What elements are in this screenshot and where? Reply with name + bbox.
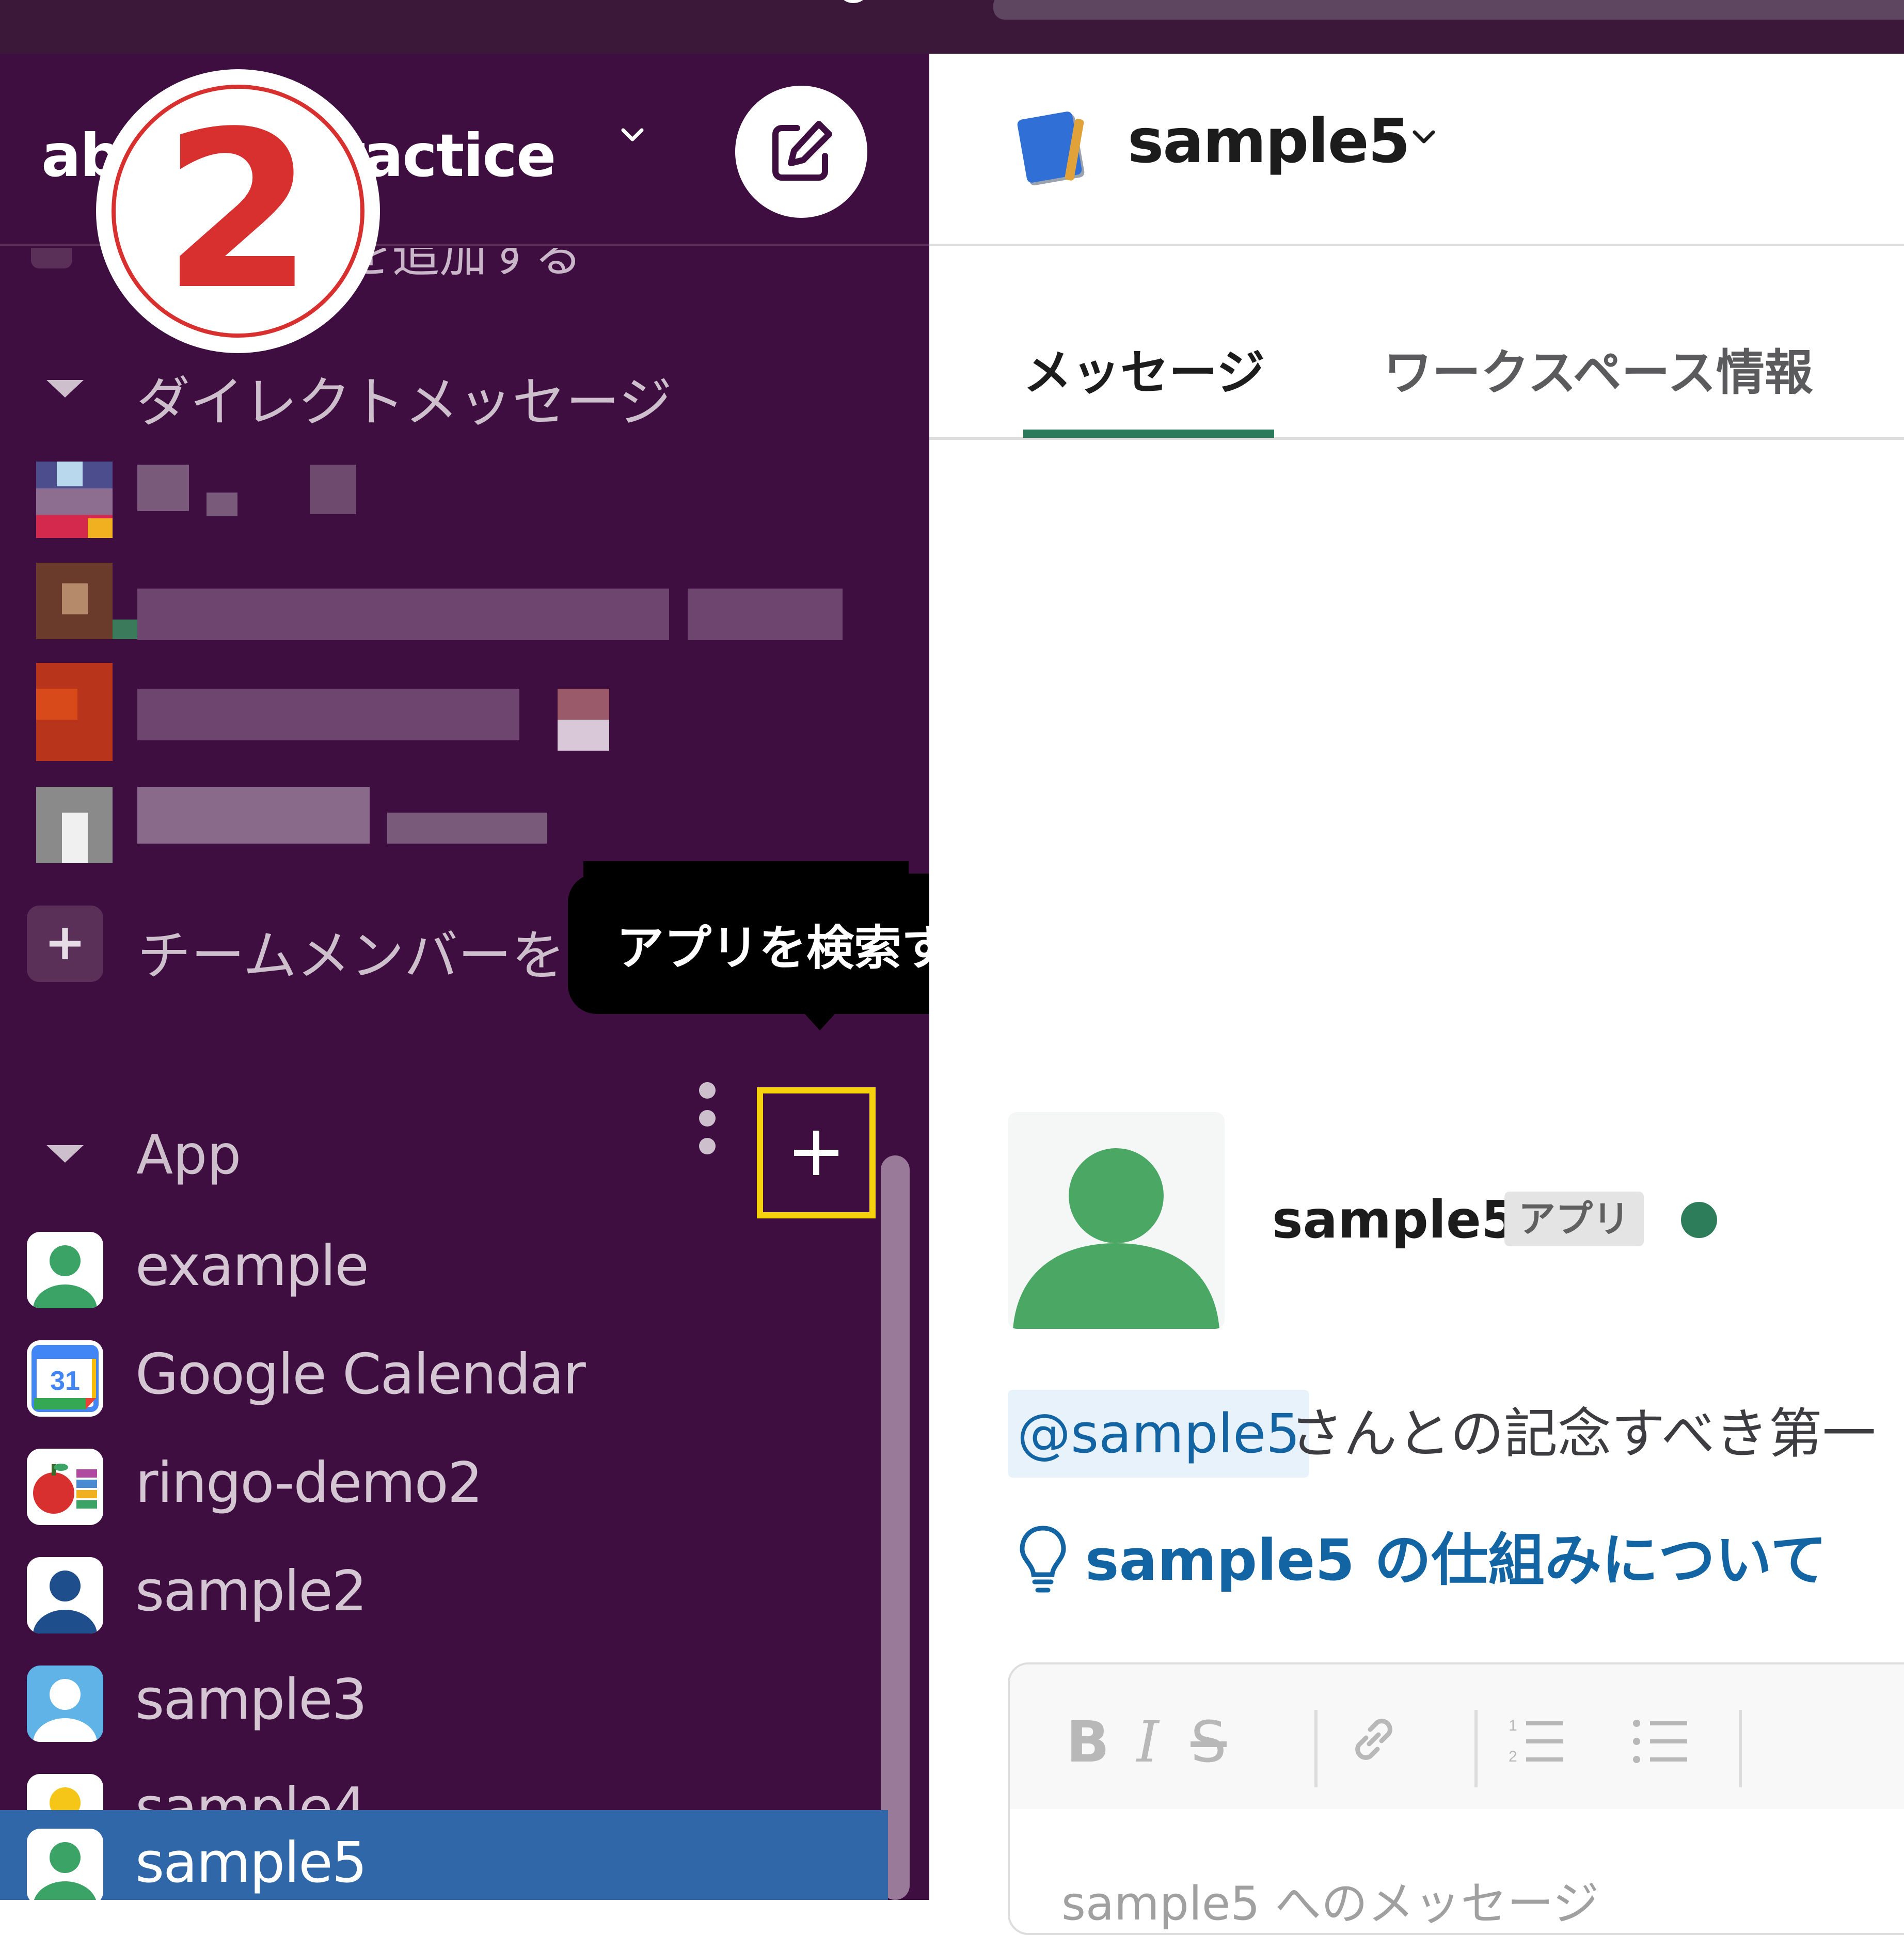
add-channel-icon [31, 248, 72, 268]
svg-text:1: 1 [1509, 1717, 1517, 1734]
pixelated-name [137, 689, 519, 740]
sidebar-item-example[interactable]: example [0, 1213, 888, 1322]
lightbulb-icon [1020, 1526, 1066, 1593]
top-bar [0, 0, 1904, 54]
sidebar-item-label: sample5 [135, 1831, 367, 1895]
active-tab-indicator [1023, 430, 1274, 438]
svg-text:2: 2 [1509, 1748, 1517, 1765]
person-avatar-icon [27, 1232, 103, 1308]
sidebar-item-label: Google Calendar [135, 1342, 586, 1407]
direct-messages-label: ダイレクトメッセージ [136, 371, 672, 434]
bold-button[interactable]: B [1059, 1706, 1116, 1778]
apps-section-label: App [136, 1123, 242, 1186]
notebook-icon [1017, 112, 1085, 186]
strikethrough-button[interactable]: S [1180, 1706, 1237, 1778]
apps-section-options-icon[interactable] [687, 1069, 728, 1167]
apple-icon [27, 1449, 103, 1525]
message-input-placeholder: sample5 へのメッセージ [1061, 1877, 1599, 1931]
pixelated-name [137, 465, 189, 511]
user-mention[interactable]: @sample5 [1008, 1390, 1310, 1478]
plus-icon: + [27, 906, 103, 982]
intro-text: さんとの記念すべき第一 [1290, 1402, 1876, 1465]
presence-indicator [1681, 1202, 1717, 1238]
link-icon[interactable] [1345, 1711, 1402, 1768]
user-avatar-edge[interactable] [840, 0, 866, 3]
sidebar-item-label: sample3 [135, 1668, 367, 1732]
caret-down-icon [46, 1145, 84, 1163]
tab-messages[interactable]: メッセージ [1023, 334, 1265, 404]
formatting-toolbar: B I S 1 2 [1010, 1664, 1904, 1809]
sidebar-item-sample5[interactable]: sample5 [0, 1810, 888, 1900]
how-it-works-label: sample5 の仕組みについて [1085, 1527, 1827, 1593]
pixelated-name [137, 787, 370, 844]
tab-workspace-info[interactable]: ワークスペース情報 [1384, 334, 1813, 404]
google-calendar-icon: 31 [27, 1340, 103, 1417]
compose-icon [772, 121, 832, 181]
sidebar-item-google-calendar[interactable]: 31 Google Calendar [0, 1322, 888, 1430]
caret-down-icon [46, 380, 84, 398]
channel-tabs: メッセージ ワークスペース情報 [929, 246, 1904, 440]
chevron-down-icon[interactable] [1408, 121, 1439, 152]
channel-name[interactable]: sample5 [1128, 105, 1410, 177]
add-team-members-label: チームメンバーを [137, 924, 565, 987]
dm-row-blurred[interactable] [36, 787, 862, 864]
bot-avatar[interactable] [1008, 1112, 1225, 1329]
sidebar-item-label: example [135, 1234, 369, 1298]
person-avatar-icon [27, 1666, 103, 1742]
italic-button[interactable]: I [1119, 1706, 1176, 1778]
dm-row-blurred[interactable] [36, 462, 862, 539]
compose-button[interactable] [735, 86, 867, 218]
sidebar-item-sample3[interactable]: sample3 [0, 1647, 888, 1755]
svg-text:31: 31 [50, 1366, 80, 1396]
dm-row-blurred[interactable] [36, 563, 862, 640]
sidebar-item-sample2[interactable]: sample2 [0, 1539, 888, 1647]
pixelated-name [137, 589, 669, 640]
channel-header: sample5 [929, 54, 1904, 246]
sidebar-item-ringo-demo2[interactable]: ringo-demo2 [0, 1430, 888, 1539]
message-composer[interactable]: B I S 1 2 sample5 へのメッセージ [1008, 1662, 1904, 1935]
search-bar[interactable] [993, 0, 1904, 20]
step-number: 2 [162, 85, 314, 338]
bot-name[interactable]: sample5 [1272, 1189, 1517, 1250]
channel-pane: sample5 メッセージ ワークスペース情報 sample5 アプリ @sam… [929, 54, 1904, 1935]
dm-row-blurred[interactable] [36, 663, 862, 761]
sidebar-item-label: ringo-demo2 [135, 1451, 483, 1515]
add-app-button[interactable] [757, 1087, 876, 1218]
person-avatar-icon [27, 1557, 103, 1633]
step-number-badge: 2 [96, 69, 380, 353]
direct-messages-section-header[interactable]: ダイレクトメッセージ [0, 348, 929, 434]
sidebar-item-label: sample2 [135, 1559, 367, 1624]
chevron-down-icon[interactable] [617, 119, 648, 150]
app-badge: アプリ [1504, 1192, 1644, 1246]
ordered-list-icon[interactable]: 1 2 [1505, 1713, 1567, 1770]
person-avatar-icon [27, 1829, 103, 1900]
bullet-list-icon[interactable] [1629, 1713, 1691, 1770]
